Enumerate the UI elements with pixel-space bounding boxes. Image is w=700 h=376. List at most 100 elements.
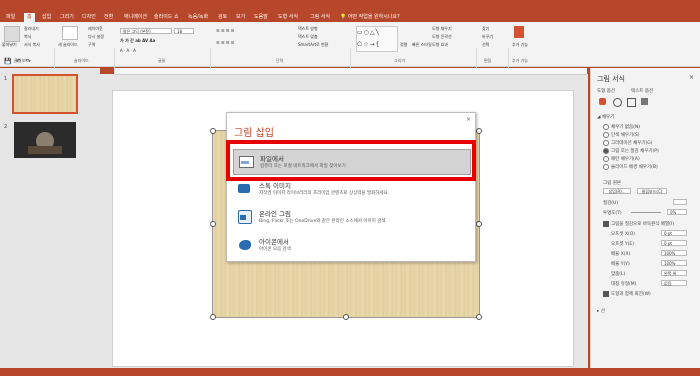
offset-x-input[interactable]: 0 pt: [661, 230, 687, 236]
align-icons[interactable]: ☰ ☰ ☰ ☰: [216, 40, 234, 45]
add-in-button[interactable]: 추가 기능: [512, 42, 528, 48]
tab-draw[interactable]: 그리기: [60, 13, 74, 22]
fill-radio[interactable]: [603, 140, 609, 146]
rotate-checkbox[interactable]: [603, 291, 609, 297]
tile-checkbox[interactable]: [603, 221, 609, 227]
mirror-label: 대칭 유형(M): [611, 282, 637, 287]
tab-help[interactable]: 도움말: [254, 13, 268, 22]
fill-radio[interactable]: [603, 124, 609, 130]
quick-styles-button[interactable]: 빠른 스타일: [412, 42, 432, 48]
scale-y-label: 배율 Y(Y): [611, 262, 630, 267]
size-properties-icon[interactable]: [627, 98, 636, 107]
dialog-title: 그림 삽입: [234, 128, 274, 139]
effects-icon[interactable]: [613, 98, 622, 107]
tab-insert[interactable]: 삽입: [42, 13, 51, 22]
resize-handle[interactable]: [343, 314, 349, 320]
subtab-text-options[interactable]: 텍스트 옵션: [631, 88, 653, 94]
paste-icon[interactable]: [4, 26, 20, 42]
fill-section-header[interactable]: ◢ 채우기: [597, 114, 614, 120]
rotate-label: 도형과 함께 회전(W): [611, 292, 651, 297]
tab-view[interactable]: 보기: [236, 13, 245, 22]
add-in-icon[interactable]: [514, 26, 524, 38]
reset-button[interactable]: 다시 설정: [88, 34, 104, 40]
resize-handle[interactable]: [476, 221, 482, 227]
group-paragraph: 단락: [276, 58, 284, 63]
fill-radio-selected[interactable]: [603, 148, 609, 154]
tab-home[interactable]: 홈: [24, 13, 35, 22]
quick-access-toolbar: 💾 ↶ ↷: [0, 56, 140, 66]
format-painter-button[interactable]: 서식 복사: [24, 42, 40, 48]
select-button[interactable]: 선택: [482, 42, 489, 48]
scale-x-input[interactable]: 100%: [661, 250, 687, 256]
new-slide-icon[interactable]: [62, 26, 78, 40]
shape-effects-button[interactable]: 도형 효과: [432, 42, 448, 48]
subtab-shape-options[interactable]: 도형 옵션: [597, 88, 615, 94]
tab-design[interactable]: 디자인: [82, 13, 96, 22]
find-button[interactable]: 찾기: [482, 26, 489, 32]
fill-radio[interactable]: [603, 164, 609, 170]
mirror-select[interactable]: 없음: [661, 280, 687, 286]
layout-button[interactable]: 레이아웃: [88, 26, 103, 32]
picture-icon[interactable]: [641, 98, 648, 105]
slide-thumbnail-2[interactable]: [14, 122, 76, 158]
bullets-icons[interactable]: ☰ ☰ ☰ ☰: [216, 28, 234, 33]
tab-slideshow[interactable]: 슬라이드 쇼: [154, 13, 179, 22]
option-title: 스톡 이미지: [259, 182, 291, 190]
resize-handle[interactable]: [210, 128, 216, 134]
paste-button[interactable]: 붙여넣기: [2, 42, 17, 48]
tab-shape-format[interactable]: 도형 서식: [278, 13, 298, 22]
bold-icon[interactable]: 가 가 간 ab AV Aa: [120, 38, 155, 44]
tab-animations[interactable]: 애니메이션: [124, 13, 147, 22]
arrange-button[interactable]: 정렬: [400, 42, 407, 48]
offset-y-input[interactable]: 0 pt: [661, 240, 687, 246]
replace-button[interactable]: 바꾸기: [482, 34, 493, 40]
texture-label: 질감(U): [603, 201, 619, 206]
cut-button[interactable]: 잘라내기: [24, 26, 39, 32]
clipboard-button[interactable]: 클립보드(C): [637, 188, 667, 194]
undo-icon[interactable]: ↶: [16, 58, 21, 65]
insert-picture-dialog: 그림 삽입 × 파일에서 컴퓨터 또는 로컬 네트워크에서 파일 찾아보기 스톡…: [226, 112, 476, 262]
tab-review[interactable]: 검토: [218, 13, 227, 22]
tab-file[interactable]: 파일: [6, 13, 15, 22]
slide-thumbnail-1[interactable]: [12, 74, 78, 114]
font-size-select[interactable]: 18: [174, 28, 194, 34]
close-icon[interactable]: ×: [689, 74, 694, 81]
option-icons[interactable]: 아이콘에서 아이콘 모음 검색: [233, 233, 469, 257]
fill-line-icon[interactable]: [599, 98, 606, 105]
new-slide-button[interactable]: 새 슬라이드: [58, 42, 78, 48]
shape-outline-button[interactable]: 도형 윤곽선: [432, 34, 452, 40]
picture-source-label: 그림 원본: [603, 181, 621, 186]
smartart-button[interactable]: SmartArt로 변환: [298, 42, 328, 48]
transparency-input[interactable]: 0%: [667, 209, 687, 215]
resize-handle[interactable]: [210, 221, 216, 227]
font-name-select[interactable]: 맑은 고딕 (본문): [120, 28, 172, 34]
font-color-icons[interactable]: A · A · A: [120, 48, 136, 53]
save-icon[interactable]: 💾: [4, 58, 11, 65]
section-button[interactable]: 구역: [88, 42, 95, 48]
insert-button[interactable]: 삽입(R)...: [603, 188, 631, 194]
shapes-gallery[interactable]: ▭○△╲ ⬠☆→{: [356, 26, 398, 52]
slide-number: 1: [4, 76, 8, 82]
transparency-slider[interactable]: [631, 212, 661, 213]
align-text-button[interactable]: 텍스트 맞춤: [298, 34, 318, 40]
tab-record[interactable]: 녹음/녹화: [188, 13, 208, 22]
close-icon[interactable]: ×: [466, 116, 471, 123]
line-section-header[interactable]: ▸ 선: [597, 308, 605, 314]
tab-picture-format[interactable]: 그림 서식: [310, 13, 330, 22]
fill-radio[interactable]: [603, 132, 609, 138]
scale-y-input[interactable]: 100%: [661, 260, 687, 266]
texture-picker[interactable]: [673, 199, 687, 205]
resize-handle[interactable]: [476, 128, 482, 134]
redo-icon[interactable]: ↷: [26, 58, 31, 65]
resize-handle[interactable]: [476, 314, 482, 320]
fill-radio[interactable]: [603, 156, 609, 162]
shape-fill-button[interactable]: 도형 채우기: [432, 26, 452, 32]
text-direction-button[interactable]: 텍스트 방향: [298, 26, 318, 32]
tab-transitions[interactable]: 전환: [104, 13, 113, 22]
fill-option-label: 패턴 채우기(A): [611, 157, 640, 162]
resize-handle[interactable]: [210, 314, 216, 320]
alignment-select[interactable]: 왼쪽 위: [661, 270, 687, 276]
option-online-pictures[interactable]: 온라인 그림 Bing, Flickr 또는 OneDrive와 같은 온라인 …: [233, 205, 469, 229]
copy-button[interactable]: 복사: [24, 34, 31, 40]
tell-me-search[interactable]: 💡 어떤 작업을 원하시나요?: [340, 13, 400, 20]
